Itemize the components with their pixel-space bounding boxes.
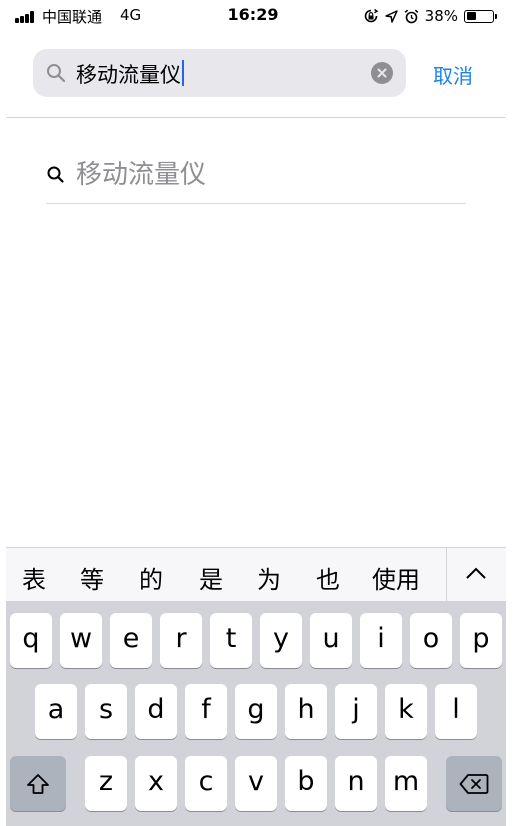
key-i[interactable]: i <box>360 613 402 668</box>
ime-candidate-bar: 表 等 的 是 为 也 使用 <box>6 547 506 601</box>
key-h[interactable]: h <box>285 684 327 739</box>
key-k[interactable]: k <box>385 684 427 739</box>
key-r[interactable]: r <box>160 613 202 668</box>
candidate-word[interactable]: 也 <box>316 560 340 595</box>
key-w[interactable]: w <box>60 613 102 668</box>
key-p[interactable]: p <box>460 613 502 668</box>
key-c[interactable]: c <box>185 756 227 811</box>
text-cursor <box>182 60 184 86</box>
key-z[interactable]: z <box>85 756 127 811</box>
key-v[interactable]: v <box>235 756 277 811</box>
status-indicators: 38% <box>363 6 497 26</box>
search-icon <box>47 64 66 83</box>
candidate-word[interactable]: 表 <box>22 560 46 595</box>
candidate-word[interactable]: 等 <box>80 560 104 595</box>
search-screen: 中国联通 4G 16:29 38% 移动流量仪 取消 移动流量仪 表 等 的 是… <box>0 0 506 826</box>
key-e[interactable]: e <box>110 613 152 668</box>
suggestion-text: 移动流量仪 <box>76 160 207 190</box>
candidate-word[interactable]: 的 <box>139 560 163 595</box>
key-u[interactable]: u <box>310 613 352 668</box>
key-m[interactable]: m <box>385 756 427 811</box>
battery-icon <box>464 9 497 23</box>
rotation-lock-icon <box>364 8 378 23</box>
search-icon <box>47 166 64 183</box>
cancel-button[interactable]: 取消 <box>433 60 473 89</box>
chevron-up-icon <box>466 567 486 579</box>
status-bar: 中国联通 4G 16:29 38% <box>0 0 506 32</box>
location-icon <box>384 9 398 23</box>
key-s[interactable]: s <box>85 684 127 739</box>
key-o[interactable]: o <box>410 613 452 668</box>
keyboard: q w e r t y u i o p a s d f g h j k l z … <box>6 601 506 826</box>
search-input[interactable]: 移动流量仪 <box>76 59 184 89</box>
key-a[interactable]: a <box>35 684 77 739</box>
key-q[interactable]: q <box>10 613 52 668</box>
search-query: 移动流量仪 <box>76 63 181 87</box>
search-field[interactable]: 移动流量仪 <box>33 49 406 97</box>
key-g[interactable]: g <box>235 684 277 739</box>
key-b[interactable]: b <box>285 756 327 811</box>
header-divider <box>6 117 506 118</box>
backspace-key[interactable] <box>446 756 502 811</box>
key-x[interactable]: x <box>135 756 177 811</box>
suggestion-divider <box>46 203 466 204</box>
clear-icon <box>377 68 387 78</box>
key-y[interactable]: y <box>260 613 302 668</box>
shift-icon <box>27 773 49 794</box>
clear-search-button[interactable] <box>371 62 393 84</box>
backspace-icon <box>459 773 489 794</box>
key-f[interactable]: f <box>185 684 227 739</box>
candidate-word[interactable]: 使用 <box>372 560 420 595</box>
key-d[interactable]: d <box>135 684 177 739</box>
key-t[interactable]: t <box>210 613 252 668</box>
search-suggestion[interactable]: 移动流量仪 <box>46 150 466 204</box>
expand-candidates-button[interactable] <box>446 548 507 601</box>
shift-key[interactable] <box>10 756 66 811</box>
key-n[interactable]: n <box>335 756 377 811</box>
key-l[interactable]: l <box>435 684 477 739</box>
candidate-word[interactable]: 为 <box>257 560 281 595</box>
candidate-word[interactable]: 是 <box>199 560 223 595</box>
alarm-icon <box>404 9 418 23</box>
battery-level-fill <box>466 12 476 20</box>
key-j[interactable]: j <box>335 684 377 739</box>
battery-percent: 38% <box>424 7 458 25</box>
